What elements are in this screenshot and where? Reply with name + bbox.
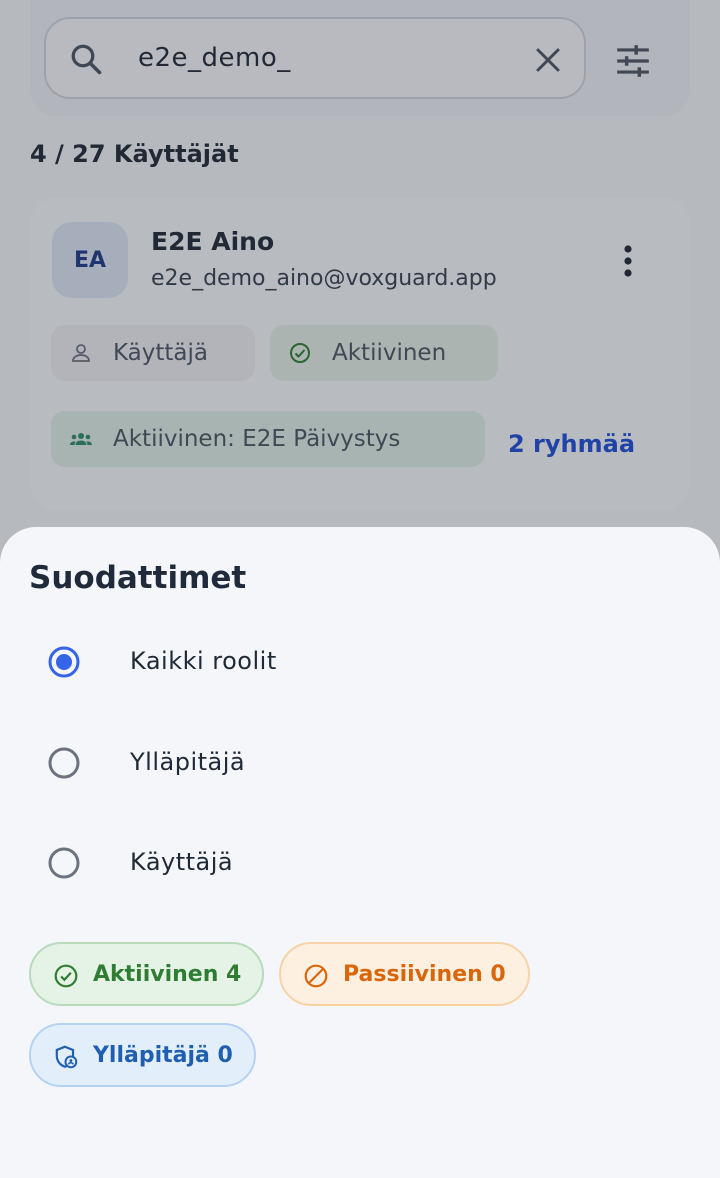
radio-option-user[interactable]: Käyttäjä — [0, 817, 720, 907]
radio-unselected-icon[interactable] — [48, 747, 80, 779]
radio-label: Kaikki roolit — [130, 647, 277, 675]
block-icon — [304, 964, 328, 988]
radio-label: Käyttäjä — [130, 848, 234, 876]
admin-shield-icon — [55, 1045, 78, 1069]
filter-pill-label: Ylläpitäjä 0 — [93, 1042, 233, 1068]
radio-label: Ylläpitäjä — [130, 748, 246, 776]
filter-pill-label: Aktiivinen 4 — [93, 961, 242, 987]
sheet-title: Suodattimet — [29, 560, 247, 596]
check-circle-icon — [54, 964, 78, 988]
radio-option-all-roles[interactable]: Kaikki roolit — [0, 616, 720, 706]
radio-unselected-icon[interactable] — [48, 847, 80, 879]
radio-option-admin[interactable]: Ylläpitäjä — [0, 717, 720, 807]
filters-sheet: Suodattimet Kaikki roolit Ylläpitäjä Käy… — [0, 527, 720, 1178]
filter-pill-admin[interactable]: Ylläpitäjä 0 — [29, 1023, 256, 1087]
radio-selected-icon[interactable] — [48, 646, 80, 678]
filter-pill-passive[interactable]: Passiivinen 0 — [279, 942, 530, 1006]
filter-pill-label: Passiivinen 0 — [343, 961, 506, 987]
filter-pill-active[interactable]: Aktiivinen 4 — [29, 942, 264, 1006]
